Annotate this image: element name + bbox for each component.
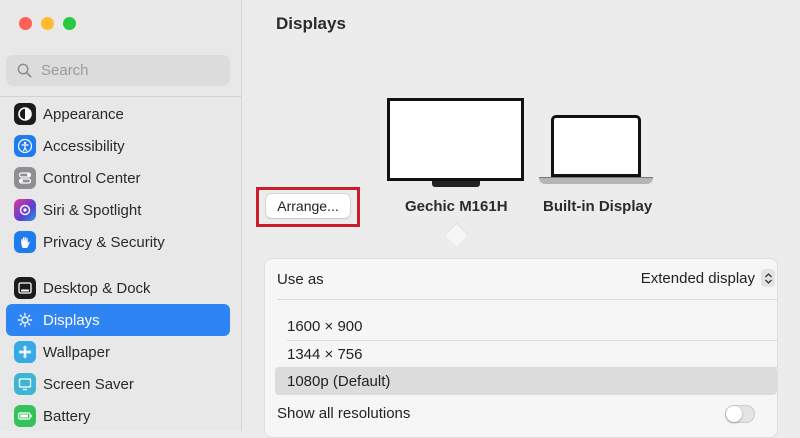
sidebar-item-desktop-dock[interactable]: Desktop & Dock bbox=[6, 272, 230, 304]
search-icon bbox=[17, 63, 32, 78]
control-center-icon bbox=[14, 167, 36, 189]
sidebar-item-label: Desktop & Dock bbox=[43, 279, 151, 297]
up-down-chevron-icon bbox=[761, 269, 775, 287]
window-controls bbox=[19, 17, 76, 30]
external-monitor-icon[interactable] bbox=[387, 98, 524, 181]
resolution-option-selected[interactable]: 1080p (Default) bbox=[275, 367, 777, 395]
sidebar-item-label: Appearance bbox=[43, 105, 124, 123]
sidebar-item-label: Screen Saver bbox=[43, 375, 134, 393]
resolution-option[interactable]: 1600 × 900 bbox=[275, 312, 777, 340]
sidebar-item-accessibility[interactable]: Accessibility bbox=[6, 130, 230, 162]
sidebar-item-label: Siri & Spotlight bbox=[43, 201, 142, 219]
sidebar-item-label: Battery bbox=[43, 407, 91, 425]
sidebar-item-battery[interactable]: Battery bbox=[6, 400, 230, 432]
sidebar-item-control-center[interactable]: Control Center bbox=[6, 162, 230, 194]
sidebar-item-label: Control Center bbox=[43, 169, 141, 187]
dock-icon bbox=[14, 277, 36, 299]
sidebar-item-siri-spotlight[interactable]: Siri & Spotlight bbox=[6, 194, 230, 226]
sidebar-item-label: Wallpaper bbox=[43, 343, 110, 361]
hand-icon bbox=[14, 231, 36, 253]
monitor-stand bbox=[432, 181, 480, 187]
appearance-icon bbox=[14, 103, 36, 125]
display-name-builtin: Built-in Display bbox=[543, 198, 653, 215]
sidebar-item-wallpaper[interactable]: Wallpaper bbox=[6, 336, 230, 368]
use-as-select[interactable]: Extended display bbox=[641, 269, 775, 287]
sidebar-item-label: Accessibility bbox=[43, 137, 125, 155]
show-all-resolutions-toggle[interactable] bbox=[725, 405, 755, 423]
laptop-icon[interactable] bbox=[551, 115, 641, 177]
minimize-window-button[interactable] bbox=[41, 17, 54, 30]
search-field[interactable] bbox=[6, 55, 230, 86]
resolution-option[interactable]: 1344 × 756 bbox=[275, 340, 777, 368]
accessibility-icon bbox=[14, 135, 36, 157]
sidebar-item-displays[interactable]: Displays bbox=[6, 304, 230, 336]
main-pane: Displays Arrange... Gechic M161H Built-i… bbox=[242, 0, 800, 438]
use-as-value: Extended display bbox=[640, 269, 755, 287]
sidebar-item-label: Privacy & Security bbox=[43, 233, 165, 251]
selection-pointer bbox=[444, 222, 469, 247]
sidebar-item-label: Displays bbox=[43, 311, 100, 329]
show-all-resolutions-label: Show all resolutions bbox=[277, 405, 411, 422]
display-name-gechic: Gechic M161H bbox=[405, 198, 508, 215]
page-title: Displays bbox=[276, 14, 346, 33]
sidebar-item-appearance[interactable]: Appearance bbox=[6, 98, 230, 130]
use-as-label: Use as bbox=[277, 271, 324, 288]
sun-icon bbox=[14, 309, 36, 331]
wallpaper-icon bbox=[14, 341, 36, 363]
zoom-window-button[interactable] bbox=[63, 17, 76, 30]
battery-icon bbox=[14, 405, 36, 427]
sidebar-item-privacy-security[interactable]: Privacy & Security bbox=[6, 226, 230, 258]
toggle-knob bbox=[726, 406, 742, 422]
laptop-base bbox=[539, 177, 653, 184]
display-settings-panel: Use as Extended display 1600 × 900 1344 … bbox=[264, 258, 778, 438]
sidebar: Appearance Accessibility Control Center … bbox=[0, 0, 242, 431]
divider bbox=[277, 299, 777, 300]
sidebar-divider bbox=[0, 96, 241, 97]
close-window-button[interactable] bbox=[19, 17, 32, 30]
siri-icon bbox=[14, 199, 36, 221]
sidebar-item-screen-saver[interactable]: Screen Saver bbox=[6, 368, 230, 400]
search-input[interactable] bbox=[39, 61, 223, 80]
screensaver-icon bbox=[14, 373, 36, 395]
arrange-button[interactable]: Arrange... bbox=[266, 194, 350, 218]
